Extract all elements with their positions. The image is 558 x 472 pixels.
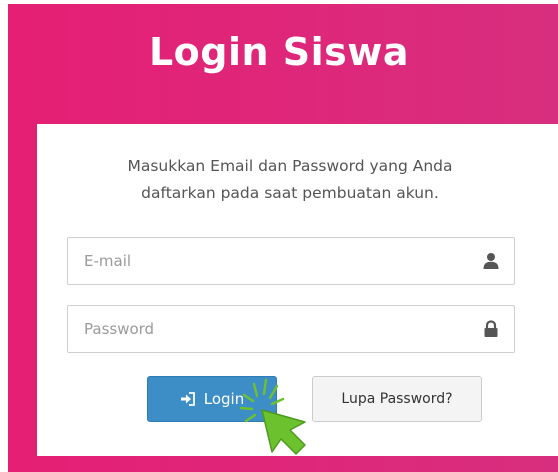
email-input[interactable] [68,238,484,284]
login-button[interactable]: Login [147,376,277,422]
instruction-line-2: daftarkan pada saat pembuatan akun. [141,184,439,202]
forgot-password-label: Lupa Password? [341,391,453,407]
sign-in-icon [180,392,195,406]
instruction-line-1: Masukkan Email dan Password yang Anda [127,157,453,175]
login-button-label: Login [203,390,245,408]
forgot-password-button[interactable]: Lupa Password? [312,376,482,422]
password-field[interactable] [67,305,515,353]
password-input[interactable] [68,306,484,352]
lock-icon [484,320,498,337]
email-field[interactable] [67,237,515,285]
user-icon [483,253,499,269]
instruction-text: Masukkan Email dan Password yang Anda da… [90,153,490,207]
page-title: Login Siswa [148,30,410,74]
